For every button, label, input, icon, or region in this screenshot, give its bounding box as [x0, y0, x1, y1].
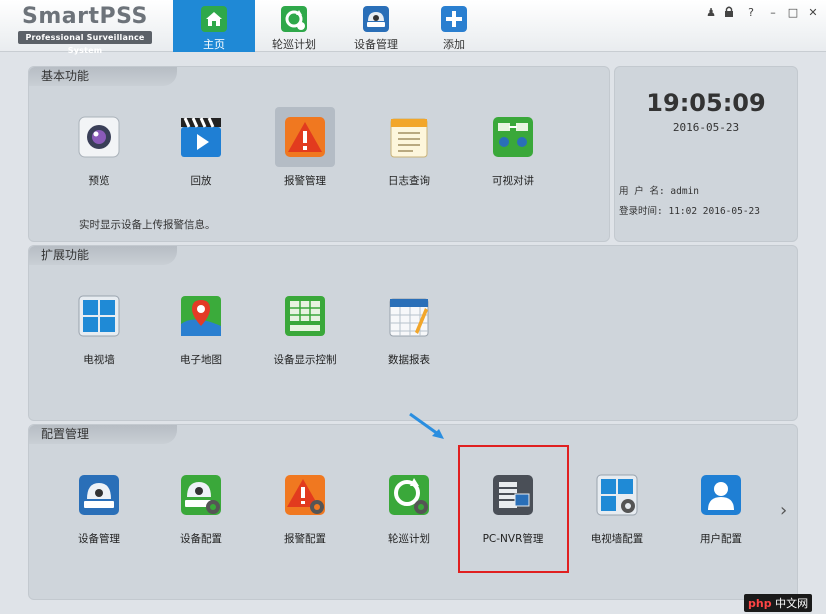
tile-device-manage-label: 设备管理 [78, 533, 120, 545]
lock-icon[interactable] [724, 6, 738, 17]
tour-refresh-icon [281, 6, 307, 32]
tile-device-config[interactable]: 设备配置 [151, 469, 251, 559]
tile-log-query[interactable]: 日志查询 [359, 111, 459, 201]
clock-panel: 19:05:09 2016-05-23 用 户 名: admin 登录时间: 1… [614, 66, 798, 242]
current-date: 2016-05-23 [672, 121, 740, 134]
username-value: admin [670, 186, 700, 197]
minimize-icon[interactable]: – [766, 6, 780, 19]
highlight-box [458, 445, 569, 573]
tile-tv-wall[interactable]: 电视墙 [49, 290, 149, 380]
tile-device-manage[interactable]: 设备管理 [49, 469, 149, 559]
tile-playback-label: 回放 [190, 175, 212, 187]
tile-tour-plan-label: 轮巡计划 [388, 533, 430, 545]
user-config-icon [699, 473, 743, 517]
basic-functions-title: 基本功能 [29, 67, 177, 86]
current-time: 19:05:09 [646, 89, 766, 117]
display-control-icon [283, 294, 327, 338]
plus-icon [441, 6, 467, 32]
tile-preview-label: 预览 [88, 175, 110, 187]
maximize-icon[interactable]: □ [786, 6, 800, 19]
tile-intercom[interactable]: 可视对讲 [463, 111, 563, 201]
alarm-warning-icon [283, 115, 327, 159]
tile-alarm-config[interactable]: 报警配置 [255, 469, 355, 559]
top-bar: SmartPSS Professional Surveillance Syste… [0, 0, 826, 55]
nav-home-label: 主页 [203, 38, 225, 51]
tile-data-report-label: 数据报表 [388, 354, 430, 366]
tile-alarm-manage-label: 报警管理 [284, 175, 326, 187]
app-logo: SmartPSS Professional Surveillance Syste… [18, 4, 158, 55]
device-config-icon [179, 473, 223, 517]
nav-add-label: 添加 [443, 38, 465, 51]
preview-lens-icon [77, 115, 121, 159]
watermark: php 中文网 [744, 594, 813, 612]
username-label: 用 户 名: [619, 186, 665, 197]
nav-tour-plan[interactable]: 轮巡计划 [253, 0, 335, 52]
tv-wall-config-icon [595, 473, 639, 517]
tv-wall-icon [77, 294, 121, 338]
help-icon[interactable]: ? [744, 6, 758, 19]
tile-preview[interactable]: 预览 [49, 111, 149, 201]
emap-pin-icon [179, 294, 223, 338]
tile-user-config-label: 用户配置 [700, 533, 742, 545]
nav-add[interactable]: 添加 [413, 0, 495, 52]
tile-alarm-config-label: 报警配置 [284, 533, 326, 545]
annotation-arrow-icon [408, 412, 448, 442]
tile-tv-wall-config-label: 电视墙配置 [590, 533, 644, 545]
nav-home[interactable]: 主页 [173, 0, 255, 52]
tile-emap[interactable]: 电子地图 [151, 290, 251, 380]
login-time-label: 登录时间: [619, 206, 663, 217]
extended-functions-panel: 扩展功能 电视墙 电子地图 设备显示控制 数据报表 [28, 245, 798, 421]
tile-tv-wall-config[interactable]: 电视墙配置 [567, 469, 667, 559]
login-time-value: 11:02 2016-05-23 [668, 206, 760, 217]
tour-plan-icon [387, 473, 431, 517]
tile-emap-label: 电子地图 [180, 354, 222, 366]
app-subtitle: Professional Surveillance System [18, 31, 152, 55]
config-management-title: 配置管理 [29, 425, 177, 444]
tile-device-config-label: 设备配置 [180, 533, 222, 545]
extended-functions-title: 扩展功能 [29, 246, 177, 265]
home-icon [201, 6, 227, 32]
watermark-site: 中文网 [775, 597, 809, 610]
nav-device-manage[interactable]: 设备管理 [335, 0, 417, 52]
alarm-description: 实时显示设备上传报警信息。 [79, 219, 216, 231]
playback-clapper-icon [179, 115, 223, 159]
nav-tour-plan-label: 轮巡计划 [272, 38, 316, 51]
camera-device-icon [363, 6, 389, 32]
tile-intercom-label: 可视对讲 [492, 175, 534, 187]
device-manage-icon [77, 473, 121, 517]
config-management-panel: 配置管理 设备管理 设备配置 报警配置 轮巡计划 PC-NVR管理 电视墙配置 [28, 424, 798, 600]
tile-user-config[interactable]: 用户配置 [671, 469, 771, 559]
log-notepad-icon [387, 115, 431, 159]
intercom-icon [491, 115, 535, 159]
tile-data-report[interactable]: 数据报表 [359, 290, 459, 380]
app-name: SmartPSS [22, 4, 148, 29]
tile-display-control[interactable]: 设备显示控制 [255, 290, 355, 380]
tile-alarm-manage[interactable]: 报警管理 [255, 107, 355, 201]
tile-tv-wall-label: 电视墙 [83, 354, 115, 366]
watermark-php: php [748, 597, 772, 610]
username-row: 用 户 名: admin [619, 183, 699, 197]
data-report-icon [387, 294, 431, 338]
tile-display-control-label: 设备显示控制 [273, 354, 337, 366]
next-page-chevron-icon[interactable]: › [780, 500, 787, 521]
tile-playback[interactable]: 回放 [151, 111, 251, 201]
tile-tour-plan[interactable]: 轮巡计划 [359, 469, 459, 559]
alarm-config-icon [283, 473, 327, 517]
close-icon[interactable]: ✕ [806, 6, 820, 19]
nav-device-manage-label: 设备管理 [354, 38, 398, 51]
user-icon[interactable]: ♟ [704, 6, 718, 19]
login-time-row: 登录时间: 11:02 2016-05-23 [619, 203, 760, 217]
basic-functions-panel: 基本功能 预览 回放 报警管理 日志查询 可视对讲 实时显示设备上传报警信息。 [28, 66, 610, 242]
tile-log-query-label: 日志查询 [388, 175, 430, 187]
